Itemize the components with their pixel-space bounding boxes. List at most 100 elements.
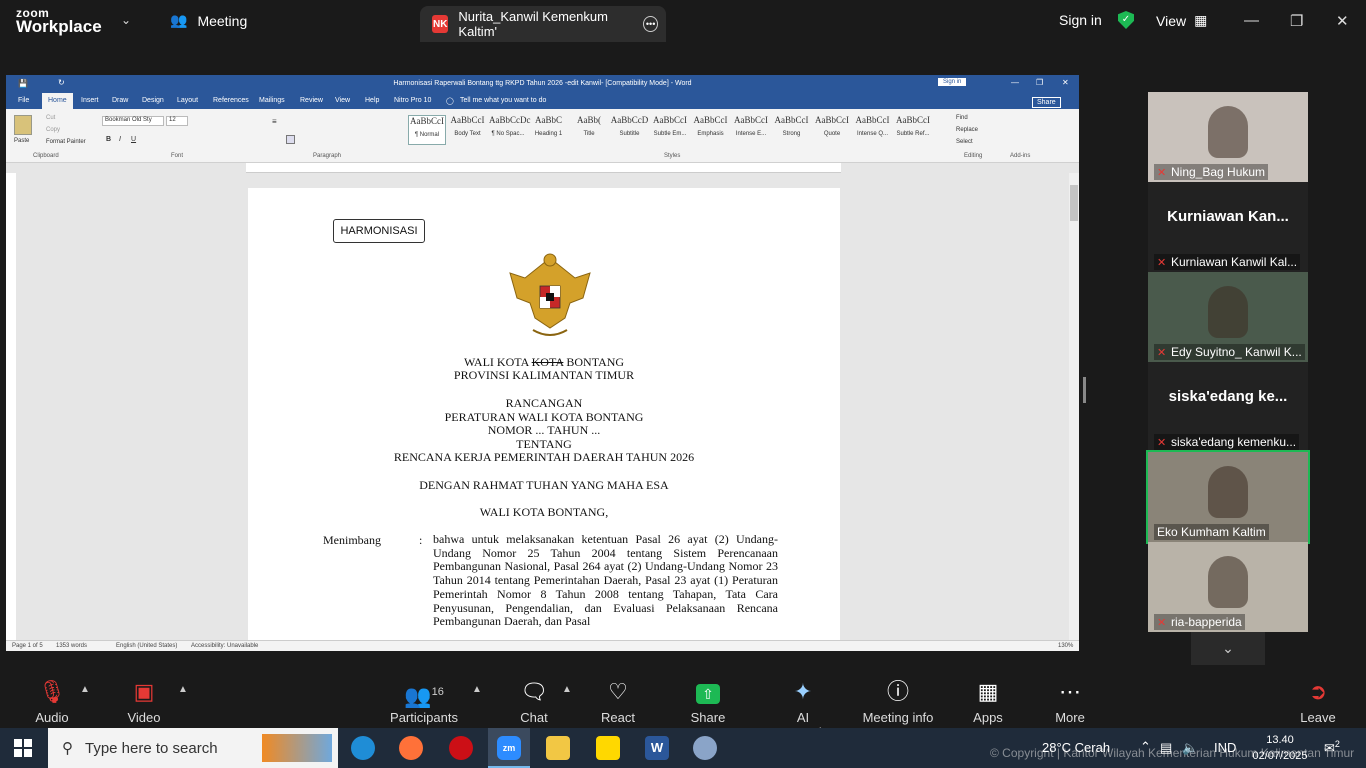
tell-me-search[interactable]: Tell me what you want to do bbox=[460, 97, 546, 104]
bold-button[interactable]: B bbox=[106, 136, 111, 143]
tab-draw[interactable]: Draw bbox=[112, 97, 128, 104]
taskbar-clock[interactable]: 13.40 02/07/2025 bbox=[1250, 732, 1310, 764]
paste-label[interactable]: Paste bbox=[14, 138, 29, 144]
video-button[interactable]: ▣ Video bbox=[104, 678, 184, 725]
leave-button[interactable]: ➲ Leave bbox=[1278, 678, 1358, 725]
network-icon[interactable]: ▤ bbox=[1160, 740, 1172, 756]
cut-button[interactable]: Cut bbox=[46, 115, 55, 121]
status-language[interactable]: English (United States) bbox=[116, 643, 177, 649]
tab-insert[interactable]: Insert bbox=[81, 97, 99, 104]
tab-home[interactable]: Home bbox=[42, 93, 73, 109]
vertical-ruler[interactable] bbox=[6, 173, 16, 643]
word-sign-in-button[interactable]: Sign in bbox=[938, 78, 967, 86]
participant-tile[interactable]: Eko Kumham Kaltim bbox=[1146, 450, 1310, 544]
volume-icon[interactable]: 🔈 bbox=[1182, 740, 1198, 756]
minimize-icon[interactable]: — bbox=[1244, 12, 1259, 29]
more-button[interactable]: ⋯ More bbox=[1030, 678, 1110, 725]
video-options-icon[interactable]: ▲ bbox=[178, 684, 188, 695]
style-8[interactable]: AaBbCcI Intense E... bbox=[732, 115, 770, 145]
style-10[interactable]: AaBbCcI Quote bbox=[813, 115, 851, 145]
style-3[interactable]: AaBbC Heading 1 bbox=[530, 115, 568, 145]
status-zoom[interactable]: 130% bbox=[1058, 643, 1073, 649]
style-2[interactable]: AaBbCcDc ¶ No Spac... bbox=[489, 115, 531, 145]
status-accessibility[interactable]: Accessibility: Unavailable bbox=[191, 643, 258, 649]
tab-layout[interactable]: Layout bbox=[177, 97, 198, 104]
status-page[interactable]: Page 1 of 5 bbox=[12, 643, 43, 649]
paste-icon[interactable] bbox=[14, 115, 32, 135]
style-6[interactable]: AaBbCcI Subtle Em... bbox=[651, 115, 689, 145]
format-painter-button[interactable]: Format Painter bbox=[46, 139, 86, 145]
underline-button[interactable]: U bbox=[131, 136, 136, 143]
chat-options-icon[interactable]: ▲ bbox=[562, 684, 572, 695]
meeting-button[interactable]: 👥 Meeting bbox=[170, 12, 247, 29]
horizontal-ruler[interactable] bbox=[246, 163, 841, 173]
share-screen-button[interactable]: ⇧ Share bbox=[668, 678, 748, 725]
participant-tile[interactable]: Kurniawan Kan... ✕ Kurniawan Kanwil Kal... bbox=[1148, 182, 1308, 272]
style-11[interactable]: AaBbCcI Intense Q... bbox=[854, 115, 892, 145]
more-options-icon[interactable]: ••• bbox=[643, 16, 658, 32]
file-explorer-icon[interactable] bbox=[546, 736, 570, 760]
style-9[interactable]: AaBbCcI Strong bbox=[773, 115, 811, 145]
vertical-scrollbar[interactable] bbox=[1069, 173, 1079, 640]
tab-nitro[interactable]: Nitro Pro 10 bbox=[394, 97, 431, 104]
audio-options-icon[interactable]: ▲ bbox=[80, 684, 90, 695]
tab-help[interactable]: Help bbox=[365, 97, 379, 104]
edge-icon[interactable] bbox=[351, 736, 375, 760]
replace-button[interactable]: Replace bbox=[956, 127, 978, 133]
firefox-icon[interactable] bbox=[399, 736, 423, 760]
tab-design[interactable]: Design bbox=[142, 97, 164, 104]
word-minimize-icon[interactable]: — bbox=[1011, 78, 1019, 87]
meeting-info-button[interactable]: ⓘ Meeting info bbox=[858, 678, 938, 725]
style-4[interactable]: AaBb(Title bbox=[570, 115, 608, 145]
sticky-notes-icon[interactable] bbox=[596, 736, 620, 760]
windows-start-icon[interactable] bbox=[14, 739, 32, 757]
sign-in-button[interactable]: Sign in bbox=[1059, 12, 1102, 28]
word-app-icon[interactable]: W bbox=[645, 736, 669, 760]
input-language[interactable]: IND bbox=[1214, 740, 1236, 755]
style-0[interactable]: AaBbCcI ¶ Normal bbox=[408, 115, 446, 145]
participants-options-icon[interactable]: ▲ bbox=[472, 684, 482, 695]
chevron-down-icon[interactable]: ⌄ bbox=[1191, 632, 1265, 665]
align-center-icon[interactable] bbox=[286, 135, 295, 144]
style-7[interactable]: AaBbCcI Emphasis bbox=[692, 115, 730, 145]
react-button[interactable]: ♡ React bbox=[578, 678, 658, 725]
paint-icon[interactable] bbox=[693, 736, 717, 760]
tab-review[interactable]: Review bbox=[300, 97, 323, 104]
word-share-button[interactable]: Share bbox=[1032, 97, 1061, 108]
apps-button[interactable]: ▦ Apps bbox=[948, 678, 1028, 725]
restore-icon[interactable]: ❐ bbox=[1290, 12, 1303, 30]
find-button[interactable]: Find bbox=[956, 115, 968, 121]
security-shield-icon[interactable]: ✓ bbox=[1118, 11, 1134, 29]
italic-button[interactable]: I bbox=[119, 136, 121, 143]
status-words[interactable]: 1353 words bbox=[56, 643, 87, 649]
tab-view[interactable]: View bbox=[335, 97, 350, 104]
tab-references[interactable]: References bbox=[213, 97, 249, 104]
bullets-icon[interactable]: ≡ bbox=[272, 117, 277, 126]
word-restore-icon[interactable]: ❐ bbox=[1036, 78, 1043, 87]
participant-tile[interactable]: ✕ Ning_Bag Hukum bbox=[1148, 92, 1308, 182]
shared-screen-tab[interactable]: NK Nurita_Kanwil Kemenkum Kaltim' ••• bbox=[420, 6, 666, 42]
style-1[interactable]: AaBbCcI Body Text bbox=[449, 115, 487, 145]
close-icon[interactable]: ✕ bbox=[1336, 12, 1349, 30]
font-size-select[interactable]: 12 bbox=[166, 116, 188, 126]
tab-mailings[interactable]: Mailings bbox=[259, 97, 285, 104]
select-button[interactable]: Select bbox=[956, 139, 973, 145]
participant-tile[interactable]: ✕ ria-bapperida bbox=[1148, 542, 1308, 632]
zoom-taskbar-button[interactable]: zm bbox=[488, 728, 530, 768]
notification-icon[interactable]: ✉2 bbox=[1324, 739, 1340, 756]
tray-expand-icon[interactable]: ⌃ bbox=[1140, 739, 1151, 755]
word-close-icon[interactable]: ✕ bbox=[1062, 78, 1069, 87]
participant-tile[interactable]: ✕ Edy Suyitno_ Kanwil K... bbox=[1148, 272, 1308, 362]
style-12[interactable]: AaBbCcI Subtle Ref... bbox=[894, 115, 932, 145]
participants-button[interactable]: 👥16 Participants bbox=[384, 678, 464, 725]
chevron-down-icon[interactable]: ⌄ bbox=[121, 13, 131, 27]
scroll-thumb[interactable] bbox=[1070, 185, 1078, 221]
view-button[interactable]: View ▦ bbox=[1156, 12, 1207, 29]
taskbar-search-box[interactable]: ⚲ Type here to search bbox=[48, 728, 338, 768]
splitter-handle[interactable] bbox=[1083, 377, 1086, 403]
opera-icon[interactable] bbox=[449, 736, 473, 760]
tab-file[interactable]: File bbox=[18, 97, 29, 104]
style-5[interactable]: AaBbCcD Subtitle bbox=[611, 115, 649, 145]
copy-button[interactable]: Copy bbox=[46, 127, 60, 133]
participant-tile[interactable]: siska'edang ke... ✕ siska'edang kemenku... bbox=[1148, 362, 1308, 452]
